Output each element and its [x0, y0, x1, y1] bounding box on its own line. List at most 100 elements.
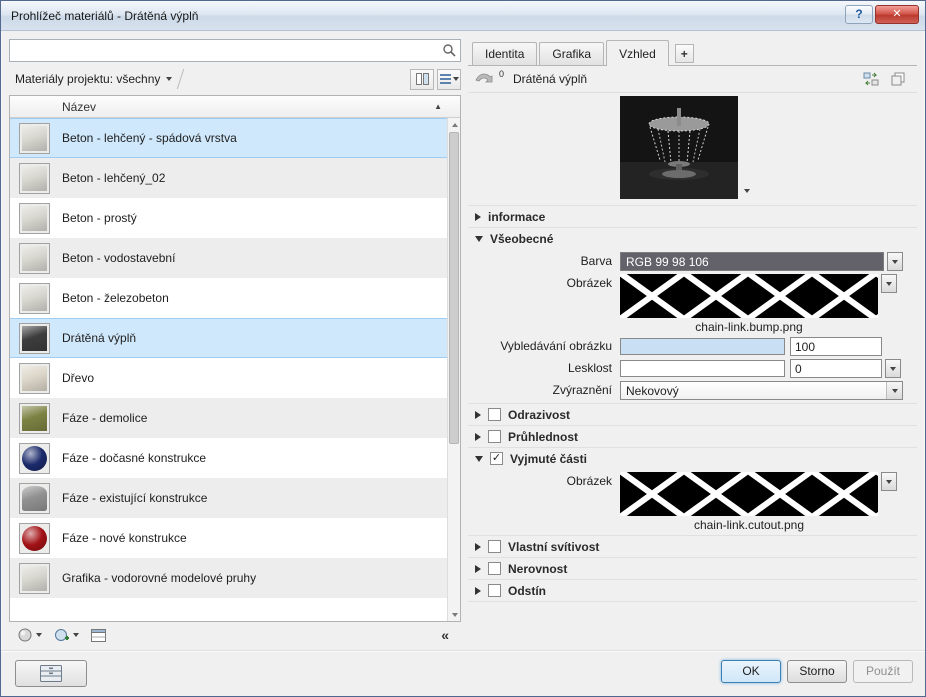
scroll-down-button[interactable]: [448, 608, 461, 621]
material-swatch: [19, 163, 50, 194]
collapse-arrow-icon: [475, 456, 483, 462]
section-header-general[interactable]: Všeobecné: [468, 227, 917, 249]
preview-area: [468, 93, 917, 205]
column-header-name: Název: [62, 100, 434, 114]
cutout-image-label: Obrázek: [468, 472, 620, 491]
open-library-button[interactable]: [50, 624, 83, 646]
material-swatch-shape: [22, 566, 47, 591]
search-icon: [442, 43, 456, 60]
material-swatch: [19, 283, 50, 314]
section-header-bump[interactable]: Nerovnost: [468, 557, 917, 579]
color-value-field[interactable]: RGB 99 98 106: [620, 252, 884, 271]
section-label: Odstín: [508, 584, 546, 598]
material-row[interactable]: Beton - lehčený_02: [10, 158, 447, 198]
material-row[interactable]: Beton - lehčený - spádová vrstva: [10, 118, 447, 158]
appearance-tab-panel: 0 Drátěná výplň: [468, 65, 917, 648]
scroll-up-button[interactable]: [448, 118, 461, 131]
list-column-header[interactable]: Název ▲: [10, 96, 460, 118]
transparency-checkbox[interactable]: [488, 430, 501, 443]
tab-grafika[interactable]: Grafika: [539, 42, 604, 65]
glossiness-slider[interactable]: [620, 360, 785, 377]
library-panel-button[interactable]: [87, 626, 110, 645]
material-row[interactable]: Drátěná výplň: [10, 318, 447, 358]
material-row[interactable]: Beton - železobeton: [10, 278, 447, 318]
ok-button[interactable]: OK: [721, 660, 781, 683]
add-tab-button[interactable]: +: [675, 44, 694, 63]
highlights-selected-value: Nekovový: [626, 384, 886, 398]
search-input[interactable]: [9, 39, 461, 62]
material-swatch: [19, 243, 50, 274]
bump-image-dropdown-button[interactable]: [881, 274, 897, 293]
cutout-image-thumbnail[interactable]: [620, 472, 878, 516]
material-swatch: [19, 483, 50, 514]
highlights-label: Zvýraznění: [468, 381, 620, 400]
sort-ascending-icon: ▲: [434, 102, 442, 111]
image-fade-label: Vybledávání obrázku: [468, 337, 620, 356]
expand-arrow-icon: [475, 587, 481, 595]
section-header-information[interactable]: informace: [468, 205, 917, 227]
cancel-button[interactable]: Storno: [787, 660, 847, 683]
material-row[interactable]: Fáze - dočasné konstrukce: [10, 438, 447, 478]
collapse-arrow-icon: [475, 236, 483, 242]
material-name: Beton - lehčený_02: [62, 171, 439, 185]
self-illumination-checkbox[interactable]: [488, 540, 501, 553]
help-button[interactable]: ?: [845, 5, 873, 24]
material-row[interactable]: Fáze - demolice: [10, 398, 447, 438]
split-view-button[interactable]: [410, 69, 434, 90]
section-header-cutouts[interactable]: ✓ Vyjmuté části: [468, 447, 917, 469]
titlebar[interactable]: Prohlížeč materiálů - Drátěná výplň ? ✕: [1, 1, 925, 31]
section-header-self-illumination[interactable]: Vlastní svítivost: [468, 535, 917, 557]
cutouts-checkbox[interactable]: ✓: [490, 452, 503, 465]
material-row[interactable]: Fáze - existující konstrukce: [10, 478, 447, 518]
asset-header: 0 Drátěná výplň: [468, 66, 917, 93]
material-row[interactable]: Beton - vodostavební: [10, 238, 447, 278]
material-name: Drátěná výplň: [62, 331, 439, 345]
section-header-reflectivity[interactable]: Odrazivost: [468, 403, 917, 425]
create-material-button[interactable]: [13, 624, 46, 646]
glossiness-dropdown-button[interactable]: [885, 359, 901, 378]
section-label: Nerovnost: [508, 562, 567, 576]
library-panel-toggle-button[interactable]: [15, 660, 87, 687]
image-fade-value[interactable]: 100: [790, 337, 882, 356]
asset-name: Drátěná výplň: [513, 72, 587, 86]
material-row[interactable]: Fáze - nové konstrukce: [10, 518, 447, 558]
material-row[interactable]: Beton - prostý: [10, 198, 447, 238]
tab-bar: Identita Grafika Vzhled +: [468, 39, 917, 65]
section-header-tint[interactable]: Odstín: [468, 579, 917, 601]
highlights-select[interactable]: Nekovový: [620, 381, 903, 400]
section-label: Průhlednost: [508, 430, 578, 444]
bump-image-thumbnail[interactable]: [620, 274, 878, 318]
section-header-transparency[interactable]: Průhlednost: [468, 425, 917, 447]
scrollbar-thumb[interactable]: [449, 132, 459, 444]
tint-checkbox[interactable]: [488, 584, 501, 597]
vertical-scrollbar[interactable]: [447, 118, 460, 621]
chevron-down-icon: [73, 633, 79, 637]
material-name: Fáze - demolice: [62, 411, 439, 425]
replace-asset-icon[interactable]: [860, 69, 882, 89]
tab-vzhled[interactable]: Vzhled: [606, 40, 669, 66]
project-materials-filter[interactable]: Materiály projektu: všechny: [9, 70, 178, 88]
cutout-image-filename: chain-link.cutout.png: [620, 518, 878, 532]
bump-image-filename: chain-link.bump.png: [620, 320, 878, 334]
breadcrumb-separator: [177, 69, 193, 89]
cutout-image-dropdown-button[interactable]: [881, 472, 897, 491]
image-fade-slider[interactable]: [620, 338, 785, 355]
material-row[interactable]: Dřevo: [10, 358, 447, 398]
section-label: Vlastní svítivost: [508, 540, 599, 554]
material-preview-image[interactable]: [620, 96, 738, 199]
tab-identita[interactable]: Identita: [472, 42, 537, 65]
material-swatch: [19, 403, 50, 434]
preview-options-button[interactable]: [741, 185, 753, 197]
list-view-options-button[interactable]: [437, 69, 461, 90]
color-dropdown-button[interactable]: [887, 252, 903, 271]
glossiness-value[interactable]: 0: [790, 359, 882, 378]
apply-button[interactable]: Použít: [853, 660, 913, 683]
material-row[interactable]: Grafika - vodorovné modelové pruhy: [10, 558, 447, 598]
bump-checkbox[interactable]: [488, 562, 501, 575]
material-swatch-shape: [22, 486, 47, 511]
close-button[interactable]: ✕: [875, 5, 919, 24]
reflectivity-checkbox[interactable]: [488, 408, 501, 421]
collapse-panel-button[interactable]: «: [435, 626, 455, 644]
material-name: Beton - vodostavební: [62, 251, 439, 265]
duplicate-asset-icon[interactable]: [887, 69, 909, 89]
